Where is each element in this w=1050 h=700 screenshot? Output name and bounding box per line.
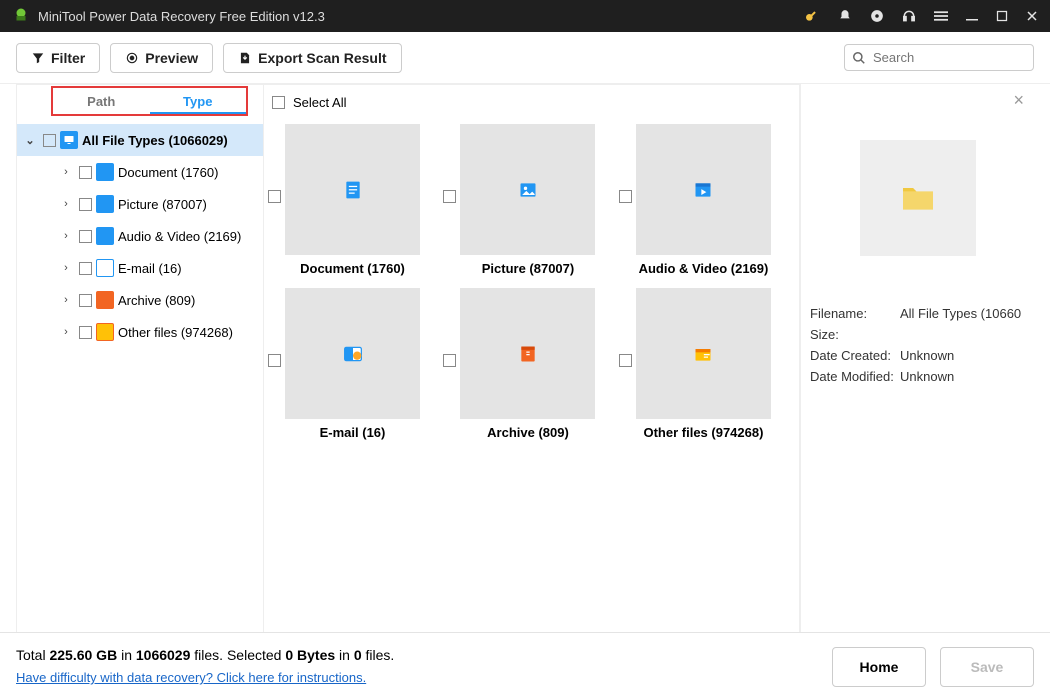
thumbnail[interactable] xyxy=(285,288,420,419)
content-pane: Select All Document (1760) Picture (87007… xyxy=(264,84,800,632)
titlebar: MiniTool Power Data Recovery Free Editio… xyxy=(0,0,1050,32)
tree-item-label: Other files (974268) xyxy=(118,325,233,340)
checkbox[interactable] xyxy=(619,354,632,367)
checkbox[interactable] xyxy=(79,230,92,243)
monitor-icon xyxy=(60,131,78,149)
thumbnail[interactable] xyxy=(460,288,595,419)
chevron-right-icon[interactable]: › xyxy=(57,326,75,338)
tree-pane: Path Type ⌄ All File Types (1066029) › Do… xyxy=(16,84,264,632)
grid-item-label: Archive (809) xyxy=(460,425,595,440)
key-icon[interactable] xyxy=(804,8,820,24)
chevron-right-icon[interactable]: › xyxy=(57,230,75,242)
grid-item-label: E-mail (16) xyxy=(285,425,420,440)
type-icon xyxy=(96,163,114,181)
tree-item-label: E-mail (16) xyxy=(118,261,182,276)
tree-item[interactable]: › Other files (974268) xyxy=(17,316,263,348)
checkbox[interactable] xyxy=(268,190,281,203)
detail-pane: × Filename:All File Types (10660 Size: D… xyxy=(800,84,1034,632)
disc-icon[interactable] xyxy=(870,9,884,23)
view-tabs: Path Type xyxy=(51,86,248,116)
tab-path[interactable]: Path xyxy=(53,88,150,114)
minimize-icon[interactable] xyxy=(966,10,978,22)
type-icon xyxy=(96,195,114,213)
type-icon xyxy=(96,259,114,277)
type-icon xyxy=(96,323,114,341)
tab-type[interactable]: Type xyxy=(150,88,247,114)
menu-icon[interactable] xyxy=(934,9,948,23)
type-icon xyxy=(96,227,114,245)
grid-item[interactable]: Audio & Video (2169) xyxy=(619,124,794,288)
window-title: MiniTool Power Data Recovery Free Editio… xyxy=(38,9,325,24)
close-details-icon[interactable]: × xyxy=(1013,90,1024,111)
status-text: Total xyxy=(16,647,49,663)
grid-item[interactable]: Picture (87007) xyxy=(443,124,618,288)
search-icon xyxy=(852,51,866,65)
thumbnail[interactable] xyxy=(636,124,771,255)
select-all-checkbox[interactable] xyxy=(272,96,285,109)
chevron-right-icon[interactable]: › xyxy=(57,262,75,274)
save-button[interactable]: Save xyxy=(940,647,1034,687)
thumbnail[interactable] xyxy=(460,124,595,255)
checkbox[interactable] xyxy=(619,190,632,203)
type-icon xyxy=(96,291,114,309)
modified-value: Unknown xyxy=(900,369,954,384)
checkbox[interactable] xyxy=(268,354,281,367)
tree-item-label: Audio & Video (2169) xyxy=(118,229,241,244)
tree-item[interactable]: › Document (1760) xyxy=(17,156,263,188)
checkbox[interactable] xyxy=(443,190,456,203)
headphones-icon[interactable] xyxy=(902,9,916,23)
grid-item[interactable]: Other files (974268) xyxy=(619,288,794,452)
grid-item-label: Audio & Video (2169) xyxy=(636,261,771,276)
grid-item[interactable]: Document (1760) xyxy=(268,124,443,288)
toolbar: Filter Preview Export Scan Result xyxy=(0,32,1050,84)
checkbox[interactable] xyxy=(79,198,92,211)
created-value: Unknown xyxy=(900,348,954,363)
export-button[interactable]: Export Scan Result xyxy=(223,43,401,73)
created-key: Date Created: xyxy=(810,348,900,363)
bell-icon[interactable] xyxy=(838,9,852,23)
close-icon[interactable] xyxy=(1026,10,1038,22)
chevron-down-icon[interactable]: ⌄ xyxy=(21,134,39,147)
grid-item-label: Other files (974268) xyxy=(636,425,771,440)
thumbnail[interactable] xyxy=(636,288,771,419)
tree-item[interactable]: › Audio & Video (2169) xyxy=(17,220,263,252)
size-key: Size: xyxy=(810,327,900,342)
checkbox[interactable] xyxy=(79,166,92,179)
checkbox[interactable] xyxy=(443,354,456,367)
checkbox[interactable] xyxy=(79,294,92,307)
folder-icon xyxy=(898,178,938,218)
grid-item-label: Document (1760) xyxy=(285,261,420,276)
app-logo-icon xyxy=(12,7,30,25)
modified-key: Date Modified: xyxy=(810,369,900,384)
grid-item-label: Picture (87007) xyxy=(460,261,595,276)
thumbnail[interactable] xyxy=(285,124,420,255)
home-button[interactable]: Home xyxy=(832,647,926,687)
preview-button[interactable]: Preview xyxy=(110,43,213,73)
chevron-right-icon[interactable]: › xyxy=(57,294,75,306)
maximize-icon[interactable] xyxy=(996,10,1008,22)
checkbox[interactable] xyxy=(79,262,92,275)
tree-item[interactable]: › E-mail (16) xyxy=(17,252,263,284)
statusbar: Total 225.60 GB in 1066029 files. Select… xyxy=(0,632,1050,700)
tree-item-label: Archive (809) xyxy=(118,293,195,308)
search-input[interactable] xyxy=(844,44,1034,71)
chevron-right-icon[interactable]: › xyxy=(57,198,75,210)
tree-item[interactable]: › Picture (87007) xyxy=(17,188,263,220)
select-all-label: Select All xyxy=(293,95,346,110)
help-link[interactable]: Have difficulty with data recovery? Clic… xyxy=(16,670,366,685)
tree-item-label: Document (1760) xyxy=(118,165,218,180)
tree-root[interactable]: ⌄ All File Types (1066029) xyxy=(17,124,263,156)
tree-item-label: Picture (87007) xyxy=(118,197,207,212)
tree-root-label: All File Types (1066029) xyxy=(82,133,228,148)
tree-item[interactable]: › Archive (809) xyxy=(17,284,263,316)
filter-button[interactable]: Filter xyxy=(16,43,100,73)
filename-value: All File Types (10660 xyxy=(900,306,1021,321)
grid-item[interactable]: E-mail (16) xyxy=(268,288,443,452)
filename-key: Filename: xyxy=(810,306,900,321)
grid-item[interactable]: Archive (809) xyxy=(443,288,618,452)
checkbox[interactable] xyxy=(43,134,56,147)
checkbox[interactable] xyxy=(79,326,92,339)
folder-preview xyxy=(860,140,976,256)
chevron-right-icon[interactable]: › xyxy=(57,166,75,178)
